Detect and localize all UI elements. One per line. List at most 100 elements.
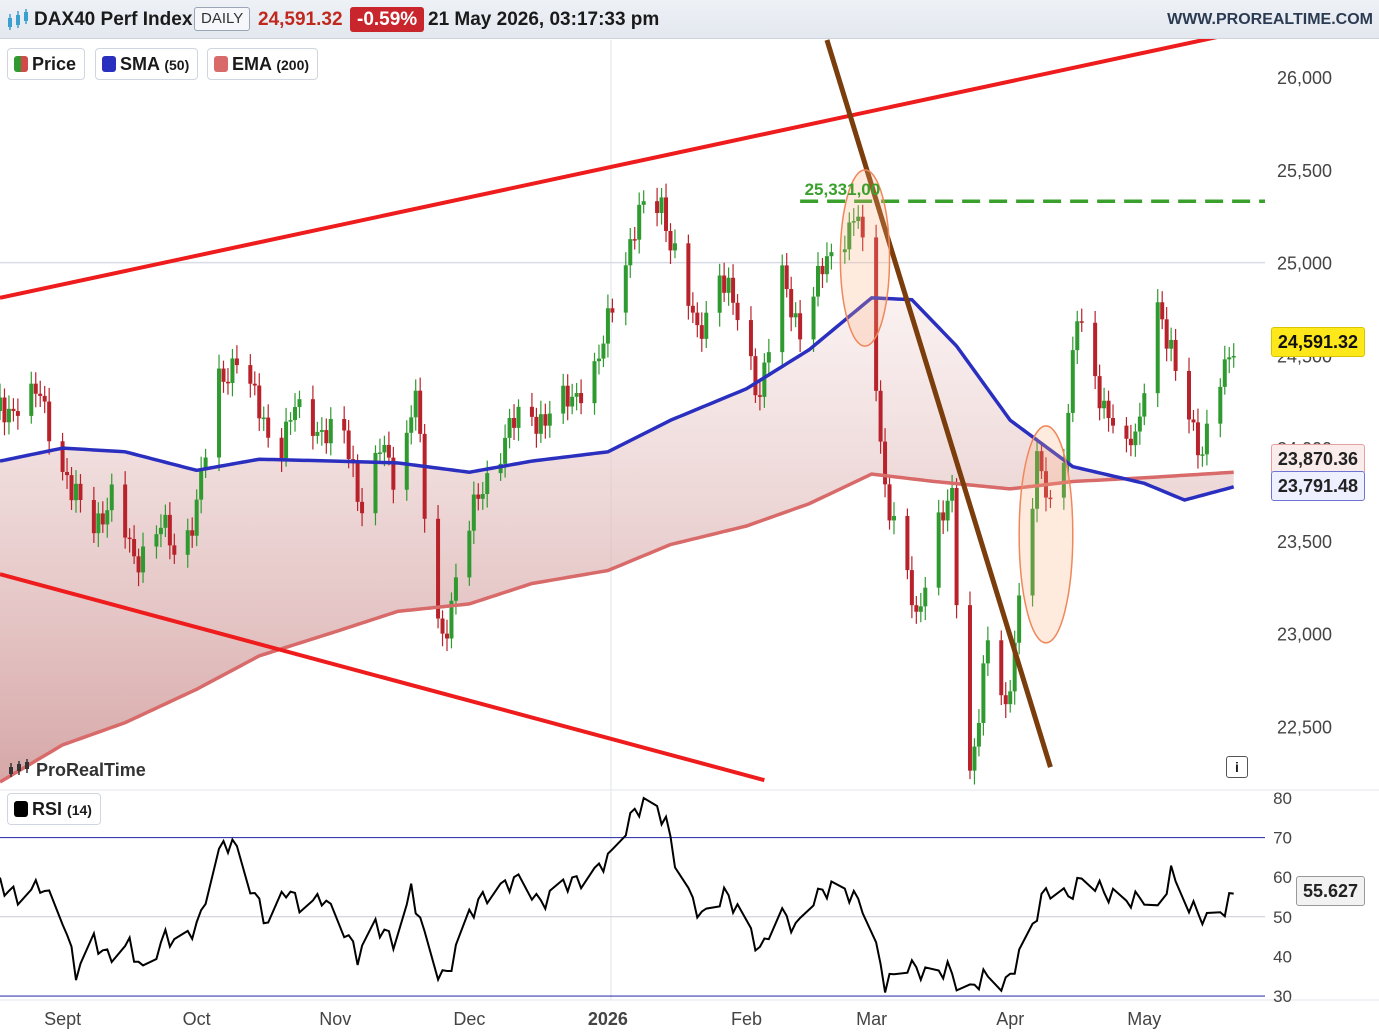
- candle-body: [257, 385, 262, 419]
- last-price-tag: 24,591.32: [1270, 327, 1365, 357]
- legend-sma[interactable]: SMA (50): [95, 48, 199, 80]
- x-tick-label: Dec: [453, 1009, 485, 1029]
- site-link[interactable]: WWW.PROREALTIME.COM: [1167, 0, 1373, 38]
- candle-body: [936, 512, 941, 588]
- candle-body: [516, 406, 521, 428]
- candle-body: [444, 633, 449, 639]
- candle-body: [440, 618, 445, 634]
- candle-body: [69, 475, 74, 501]
- candle-body: [820, 265, 825, 275]
- candle-body: [704, 312, 709, 339]
- candle-body: [923, 587, 928, 607]
- candle-body: [1222, 359, 1227, 387]
- candle-body: [780, 265, 785, 353]
- info-button[interactable]: i: [1226, 756, 1248, 778]
- candle-body: [319, 430, 324, 432]
- candle-body: [887, 484, 892, 521]
- candle-body: [1124, 425, 1129, 439]
- ema-swatch-icon: [214, 56, 228, 72]
- candle-body: [1155, 302, 1160, 394]
- y-tick-label: 23,000: [1277, 625, 1332, 645]
- chart-canvas[interactable]: 22,50023,00023,50024,00024,50025,00025,5…: [0, 0, 1379, 1034]
- candle-body: [15, 411, 20, 416]
- candle-body: [221, 368, 226, 382]
- candle-body: [909, 570, 914, 606]
- candle-body: [60, 441, 65, 472]
- timeframe-badge[interactable]: DAILY: [194, 7, 251, 31]
- candle-body: [941, 512, 946, 521]
- legend-rsi[interactable]: RSI (14): [7, 793, 101, 825]
- candle-body: [1137, 416, 1142, 432]
- candle-body: [29, 383, 34, 416]
- candle-body: [38, 393, 43, 396]
- candle-body: [230, 358, 235, 384]
- ema-value-tag: 23,870.36: [1270, 444, 1365, 474]
- candle-body: [1075, 321, 1080, 351]
- y-tick-label: 25,000: [1277, 254, 1332, 274]
- legend-ema-period: (200): [276, 57, 310, 73]
- candle-body: [1079, 321, 1084, 323]
- candle-body: [534, 416, 539, 434]
- legend-rsi-period: (14): [67, 802, 92, 818]
- candle-body: [136, 556, 141, 573]
- highlight-zone-2: [1018, 425, 1074, 644]
- rsi-tick-label: 60: [1273, 868, 1292, 887]
- candle-body: [538, 414, 543, 434]
- legend-price[interactable]: Price: [7, 48, 86, 80]
- candle-body: [163, 514, 168, 528]
- candle-body: [315, 431, 320, 436]
- candle-body: [766, 352, 771, 363]
- candle-body: [985, 640, 990, 664]
- candle-body: [1128, 438, 1133, 446]
- candle-body: [891, 516, 896, 521]
- candle-body: [972, 746, 977, 771]
- candle-body: [132, 539, 137, 557]
- timestamp: 21 May 2026, 03:17:33 pm: [428, 9, 660, 30]
- rsi-tick-label: 70: [1273, 829, 1292, 848]
- candle-body: [346, 430, 351, 460]
- candle-body: [1070, 350, 1075, 413]
- candle-body: [279, 437, 284, 459]
- candle-body: [190, 530, 195, 536]
- candle-body: [1231, 356, 1236, 358]
- candle-body: [252, 383, 257, 386]
- candle-body: [324, 430, 329, 444]
- candle-body: [883, 441, 888, 485]
- candle-body: [829, 252, 834, 257]
- rsi-tick-label: 50: [1273, 908, 1292, 927]
- legend-ema[interactable]: EMA (200): [207, 48, 319, 80]
- candle-body: [471, 494, 476, 531]
- candle-body: [328, 418, 333, 444]
- candle-body: [543, 414, 548, 426]
- candle-body: [11, 408, 16, 412]
- candle-body: [717, 275, 722, 313]
- candle-body: [1008, 691, 1013, 705]
- candle-body: [1164, 319, 1169, 349]
- candle-body: [436, 518, 441, 619]
- rsi-panel: [0, 796, 1265, 997]
- candle-body: [1204, 423, 1209, 455]
- candle-body: [467, 530, 472, 578]
- candle-body: [141, 546, 146, 573]
- candle-body: [1142, 393, 1147, 417]
- candle-body: [637, 204, 642, 240]
- candle-body: [601, 343, 606, 359]
- x-tick-label: Mar: [856, 1009, 887, 1029]
- ticker-name[interactable]: DAX40 Perf Index: [34, 0, 192, 38]
- candle-body: [686, 243, 691, 306]
- candle-body: [798, 313, 803, 340]
- candle-body: [1102, 400, 1107, 409]
- candle-body: [726, 277, 731, 293]
- candle-body: [1187, 370, 1192, 420]
- candle-body: [225, 381, 230, 384]
- candle-body: [73, 483, 78, 501]
- candle-body: [1093, 322, 1098, 377]
- candle-body: [610, 308, 615, 313]
- change-badge: -0.59%: [350, 7, 425, 32]
- candle-body: [547, 413, 552, 426]
- candle-body: [485, 473, 490, 495]
- candle-body: [632, 239, 637, 241]
- legend-price-label: Price: [32, 54, 77, 74]
- legend-sma-label: SMA: [120, 54, 160, 74]
- candle-body: [507, 417, 512, 438]
